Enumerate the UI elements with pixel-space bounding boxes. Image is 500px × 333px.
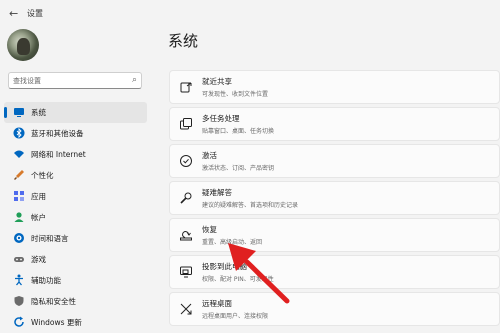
system-icon xyxy=(13,106,25,118)
sidebar-item-time-language[interactable]: 时间和语言 xyxy=(4,228,147,249)
sidebar-item-label: 时间和语言 xyxy=(31,234,69,243)
sidebar-item-system[interactable]: 系统 xyxy=(4,102,147,123)
activation-icon xyxy=(179,154,193,168)
bluetooth-icon xyxy=(13,127,25,139)
back-arrow-icon[interactable]: ← xyxy=(9,7,18,20)
update-icon xyxy=(13,316,25,328)
card-title: 就近共享 xyxy=(202,77,232,86)
sidebar-item-gaming[interactable]: 游戏 xyxy=(4,249,147,270)
shield-icon xyxy=(13,295,25,307)
sidebar-item-label: 个性化 xyxy=(31,171,54,180)
sidebar-item-personalization[interactable]: 个性化 xyxy=(4,165,147,186)
account-icon xyxy=(13,211,25,223)
sidebar-item-privacy[interactable]: 隐私和安全性 xyxy=(4,291,147,312)
card-subtitle: 可发现性、收到文件位置 xyxy=(202,91,269,98)
sidebar-item-label: 应用 xyxy=(31,192,46,201)
card-title: 投影到此电脑 xyxy=(202,262,247,271)
sidebar-item-label: 系统 xyxy=(31,108,46,117)
settings-card-project-to-pc[interactable]: 投影到此电脑 权限、配对 PIN、可发现性 xyxy=(169,255,500,289)
settings-card-troubleshoot[interactable]: 疑难解答 建议的疑难解答、首选项和历史记录 xyxy=(169,181,500,215)
sidebar-item-label: Windows 更新 xyxy=(31,318,82,327)
search-icon[interactable]: ⌕ xyxy=(132,75,137,85)
card-subtitle: 激活状态、订阅、产品密钥 xyxy=(202,165,275,172)
settings-card-activation[interactable]: 激活 激活状态、订阅、产品密钥 xyxy=(169,144,500,178)
brush-icon xyxy=(13,169,25,181)
sidebar-item-network[interactable]: 网络和 Internet xyxy=(4,144,147,165)
sidebar: ⌕ 系统 蓝牙和其他设备 网络和 Internet 个性化 应用 xyxy=(0,28,155,327)
settings-card-nearby-share[interactable]: 就近共享 可发现性、收到文件位置 xyxy=(169,70,500,104)
sidebar-item-accounts[interactable]: 帐户 xyxy=(4,207,147,228)
settings-card-remote-desktop[interactable]: 远程桌面 远程桌面用户、连接权限 xyxy=(169,292,500,326)
card-subtitle: 重置、高级启动、返回 xyxy=(202,239,263,246)
card-title: 多任务处理 xyxy=(202,114,240,123)
search-input[interactable] xyxy=(13,74,123,87)
sidebar-item-label: 蓝牙和其他设备 xyxy=(31,129,84,138)
sidebar-item-label: 辅助功能 xyxy=(31,276,61,285)
search-box[interactable]: ⌕ xyxy=(8,72,142,89)
project-icon xyxy=(179,265,193,279)
accessibility-icon xyxy=(13,274,25,286)
avatar[interactable] xyxy=(7,29,39,61)
sidebar-item-label: 帐户 xyxy=(31,213,46,222)
page-title: 系统 xyxy=(168,32,199,50)
card-title: 激活 xyxy=(202,151,217,160)
remote-desktop-icon xyxy=(179,302,193,316)
card-title: 疑难解答 xyxy=(202,188,232,197)
card-title: 恢复 xyxy=(202,225,217,234)
card-subtitle: 贴靠窗口、桌面、任务切换 xyxy=(202,128,275,135)
card-subtitle: 远程桌面用户、连接权限 xyxy=(202,313,269,320)
sidebar-item-label: 游戏 xyxy=(31,255,46,264)
settings-card-multitasking[interactable]: 多任务处理 贴靠窗口、桌面、任务切换 xyxy=(169,107,500,141)
sidebar-item-label: 网络和 Internet xyxy=(31,150,86,159)
settings-card-recovery[interactable]: 恢复 重置、高级启动、返回 xyxy=(169,218,500,252)
wifi-icon xyxy=(13,148,25,160)
apps-icon xyxy=(13,190,25,202)
troubleshoot-icon xyxy=(179,191,193,205)
sidebar-item-apps[interactable]: 应用 xyxy=(4,186,147,207)
recovery-icon xyxy=(179,228,193,242)
app-title: 设置 xyxy=(27,9,43,18)
sidebar-item-accessibility[interactable]: 辅助功能 xyxy=(4,270,147,291)
game-icon xyxy=(13,253,25,265)
card-subtitle: 建议的疑难解答、首选项和历史记录 xyxy=(202,202,299,209)
sidebar-item-label: 隐私和安全性 xyxy=(31,297,76,306)
active-indicator xyxy=(4,107,7,118)
globe-icon xyxy=(13,232,25,244)
multitask-icon xyxy=(179,117,193,131)
card-subtitle: 权限、配对 PIN、可发现性 xyxy=(202,276,274,283)
nearby-share-icon xyxy=(179,80,193,94)
sidebar-item-windows-update[interactable]: Windows 更新 xyxy=(4,312,147,333)
main-content: 系统 就近共享 可发现性、收到文件位置 多任务处理 贴靠窗口、桌面、任务切换 激… xyxy=(155,0,500,327)
card-title: 远程桌面 xyxy=(202,299,232,308)
sidebar-item-bluetooth[interactable]: 蓝牙和其他设备 xyxy=(4,123,147,144)
